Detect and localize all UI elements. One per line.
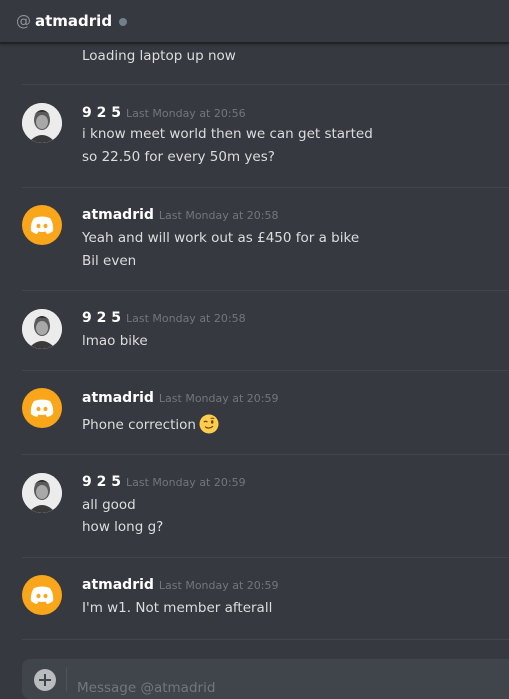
message-divider <box>22 187 509 188</box>
message-input[interactable] <box>77 659 477 699</box>
author-name[interactable]: 9 2 5 <box>82 310 121 326</box>
author-name[interactable]: 9 2 5 <box>82 474 121 490</box>
user-avatar-925[interactable] <box>22 473 62 513</box>
message-timestamp: Last Monday at 20:58 <box>158 209 279 222</box>
user-avatar-925[interactable] <box>22 103 62 143</box>
user-avatar-atmadrid[interactable] <box>22 205 62 245</box>
upload-plus-icon[interactable] <box>34 669 56 691</box>
message-divider <box>22 370 509 371</box>
author-name[interactable]: atmadrid <box>82 207 154 223</box>
photo-avatar-icon <box>22 473 62 513</box>
dm-header: @ atmadrid <box>0 0 509 43</box>
message-text: how long g? <box>82 519 164 535</box>
message-text: lmao bike <box>82 333 148 349</box>
dm-title[interactable]: atmadrid <box>35 12 112 30</box>
message-text: Yeah and will work out as £450 for a bik… <box>82 230 360 246</box>
message-timestamp: Last Monday at 20:59 <box>125 476 246 489</box>
author-name[interactable]: atmadrid <box>82 577 154 593</box>
message-author[interactable]: 9 2 5 Last Monday at 20:59 <box>82 474 246 490</box>
message-text-row: Phone correction <box>82 414 219 434</box>
message-text: so 22.50 for every 50m yes? <box>82 149 275 165</box>
at-icon: @ <box>16 12 31 30</box>
message-author[interactable]: atmadrid Last Monday at 20:58 <box>82 207 279 223</box>
message-composer <box>22 659 509 699</box>
author-name[interactable]: atmadrid <box>82 390 154 406</box>
message-author[interactable]: 9 2 5 Last Monday at 20:56 <box>82 105 246 121</box>
discord-logo-icon <box>30 216 54 234</box>
message-author[interactable]: atmadrid Last Monday at 20:59 <box>82 577 279 593</box>
discord-logo-icon <box>30 399 54 417</box>
offline-status-icon <box>119 17 128 26</box>
message-timestamp: Last Monday at 20:56 <box>125 107 246 120</box>
message-divider <box>22 454 509 455</box>
message-author[interactable]: 9 2 5 Last Monday at 20:58 <box>82 310 246 326</box>
author-name[interactable]: 9 2 5 <box>82 105 121 121</box>
photo-avatar-icon <box>22 103 62 143</box>
message-text: all good <box>82 497 136 513</box>
message-divider <box>22 557 509 558</box>
message-divider <box>22 639 509 640</box>
user-avatar-925[interactable] <box>22 309 62 349</box>
message-text: I'm w1. Not member afterall <box>82 600 273 616</box>
message-text: i know meet world then we can get starte… <box>82 126 373 142</box>
user-avatar-atmadrid[interactable] <box>22 575 62 615</box>
discord-logo-icon <box>30 586 54 604</box>
message-author[interactable]: atmadrid Last Monday at 20:59 <box>82 390 279 406</box>
winking-face-emoji-icon <box>199 414 219 434</box>
composer-separator <box>66 667 67 691</box>
photo-avatar-icon <box>22 309 62 349</box>
user-avatar-atmadrid[interactable] <box>22 388 62 428</box>
message-divider <box>22 84 509 85</box>
message-text: Loading laptop up now <box>82 48 236 64</box>
message-text: Bil even <box>82 253 137 269</box>
message-divider <box>22 290 509 291</box>
message-timestamp: Last Monday at 20:59 <box>158 579 279 592</box>
message-timestamp: Last Monday at 20:58 <box>125 312 246 325</box>
message-timestamp: Last Monday at 20:59 <box>158 392 279 405</box>
message-text: Phone correction <box>82 417 196 433</box>
